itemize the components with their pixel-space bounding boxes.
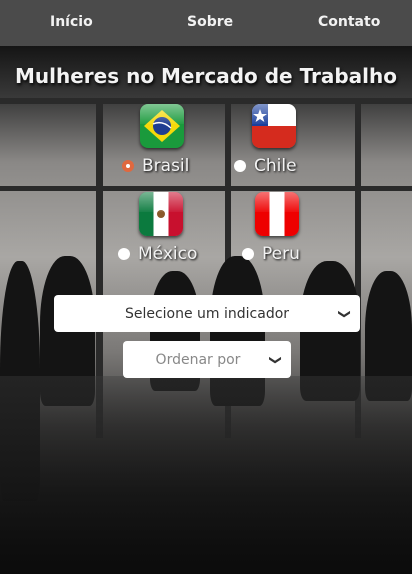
label-peru: Peru (262, 244, 300, 264)
nav-inicio[interactable]: Início (50, 14, 93, 30)
radio-mexico[interactable] (118, 248, 130, 260)
chevron-down-icon: ❯ (268, 354, 283, 365)
top-nav: Início Sobre Contato (0, 0, 412, 46)
radio-brasil[interactable] (122, 160, 134, 172)
nav-sobre[interactable]: Sobre (187, 14, 233, 30)
country-option-mexico[interactable]: México (118, 192, 203, 264)
country-option-peru[interactable]: Peru (242, 192, 312, 264)
country-option-chile[interactable]: Chile (234, 104, 314, 176)
chevron-down-icon: ❯ (337, 308, 352, 319)
mexico-flag-icon (138, 192, 183, 236)
order-select-value: Ordenar por (155, 351, 241, 368)
label-brasil: Brasil (142, 156, 190, 176)
chile-flag-icon (252, 104, 296, 148)
indicator-select[interactable]: Selecione um indicador ❯ (54, 295, 360, 332)
label-chile: Chile (254, 156, 297, 176)
page-title: Mulheres no Mercado de Trabalho (14, 64, 398, 88)
nav-contato[interactable]: Contato (318, 14, 380, 30)
label-mexico: México (138, 244, 198, 264)
radio-chile[interactable] (234, 160, 246, 172)
brazil-flag-icon (140, 104, 184, 148)
order-select[interactable]: Ordenar por ❯ (123, 341, 291, 378)
radio-peru[interactable] (242, 248, 254, 260)
indicator-select-value: Selecione um indicador (124, 305, 290, 322)
peru-flag-icon (255, 192, 299, 236)
country-option-brasil[interactable]: Brasil (122, 104, 202, 176)
